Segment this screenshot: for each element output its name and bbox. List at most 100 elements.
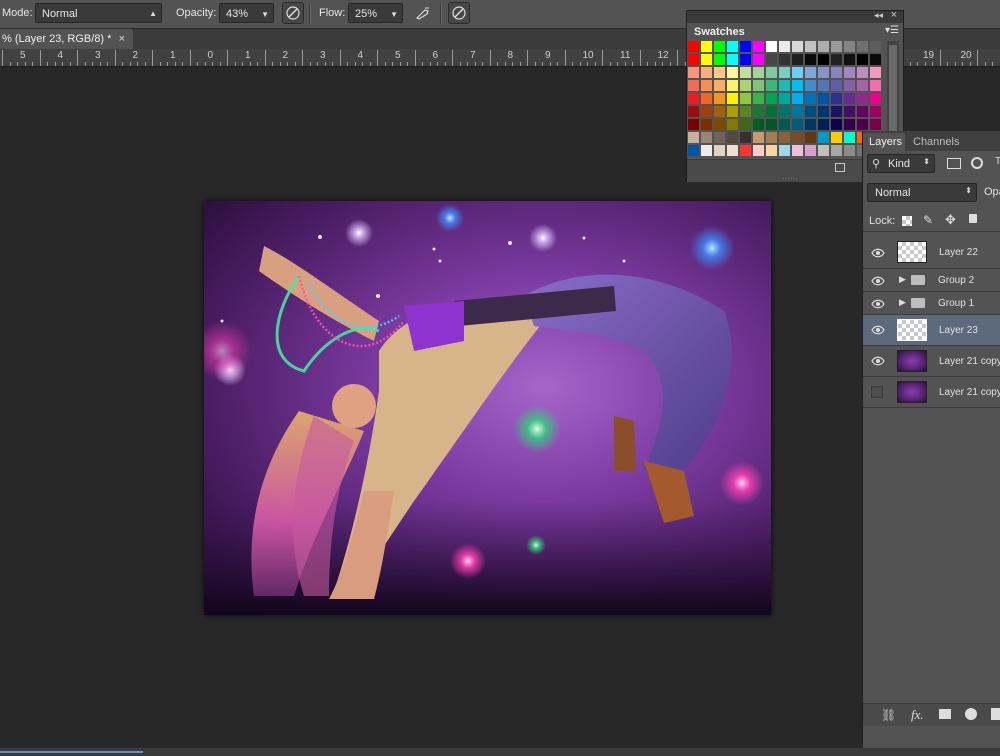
chevron-down-icon[interactable]: ▼ [261, 5, 269, 25]
swatch[interactable] [740, 80, 751, 91]
swatch[interactable] [779, 80, 790, 91]
swatch[interactable] [857, 80, 868, 91]
swatch[interactable] [779, 132, 790, 143]
lock-pixels-brush-icon[interactable]: ✎ [923, 213, 933, 227]
fx-icon[interactable]: fx. [911, 707, 924, 723]
swatch[interactable] [857, 41, 868, 52]
swatch[interactable] [870, 106, 881, 117]
swatch[interactable] [753, 119, 764, 130]
layer-row-layer-21-copy[interactable]: Layer 21 copy [863, 346, 1000, 377]
swatch[interactable] [844, 80, 855, 91]
swatch[interactable] [766, 145, 777, 156]
swatch[interactable] [805, 80, 816, 91]
swatch[interactable] [740, 54, 751, 65]
swatch[interactable] [701, 145, 712, 156]
swatch[interactable] [688, 54, 699, 65]
swatch[interactable] [714, 67, 725, 78]
swatches-titlebar[interactable]: ◂◂ × [687, 9, 903, 23]
swatch[interactable] [857, 119, 868, 130]
resize-grip-icon[interactable]: ⋯⋯ [782, 174, 798, 183]
swatch[interactable] [792, 80, 803, 91]
swatch[interactable] [766, 106, 777, 117]
swatch[interactable] [779, 106, 790, 117]
swatch[interactable] [714, 106, 725, 117]
swatch[interactable] [857, 54, 868, 65]
swatch[interactable] [740, 145, 751, 156]
swatch[interactable] [766, 132, 777, 143]
pressure-size-button[interactable] [448, 2, 470, 24]
swatch[interactable] [701, 41, 712, 52]
lock-position-move-icon[interactable]: ✥ [945, 212, 956, 228]
swatch[interactable] [844, 119, 855, 130]
add-mask-icon[interactable] [939, 709, 951, 719]
swatch[interactable] [831, 106, 842, 117]
swatch[interactable] [766, 80, 777, 91]
swatch[interactable] [805, 54, 816, 65]
swatch[interactable] [831, 54, 842, 65]
layer-row-layer-22[interactable]: Layer 22 [863, 237, 1000, 269]
type-filter-icon[interactable]: T [995, 156, 1000, 167]
swatch[interactable] [701, 54, 712, 65]
swatch[interactable] [779, 67, 790, 78]
filter-kind-select[interactable]: ⚲ Kind ⬍ [867, 154, 935, 173]
swatch[interactable] [818, 145, 829, 156]
artwork-image[interactable] [204, 201, 771, 615]
swatch[interactable] [714, 54, 725, 65]
eye-icon[interactable] [871, 274, 885, 288]
swatch[interactable] [779, 54, 790, 65]
tab-channels[interactable]: Channels [913, 133, 959, 151]
swatch[interactable] [870, 67, 881, 78]
pressure-opacity-button[interactable] [282, 2, 304, 24]
swatch[interactable] [870, 54, 881, 65]
swatch[interactable] [766, 67, 777, 78]
tab-layers[interactable]: Layers [863, 133, 905, 151]
layer-row-group-2[interactable]: ▶ Group 2 [863, 269, 1000, 292]
swatch[interactable] [727, 119, 738, 130]
eye-icon[interactable] [871, 323, 885, 337]
swatch[interactable] [740, 41, 751, 52]
swatch[interactable] [753, 80, 764, 91]
swatch[interactable] [688, 93, 699, 104]
swatch[interactable] [818, 93, 829, 104]
chevron-down-icon[interactable]: ▼ [390, 5, 398, 25]
flow-input[interactable]: 25% ▼ [348, 3, 403, 23]
expand-triangle-icon[interactable]: ▶ [899, 274, 906, 285]
swatch[interactable] [714, 41, 725, 52]
swatch[interactable] [714, 132, 725, 143]
swatch[interactable] [714, 93, 725, 104]
swatch[interactable] [688, 80, 699, 91]
lock-transparency-icon[interactable] [902, 216, 912, 226]
swatch[interactable] [766, 41, 777, 52]
opacity-input[interactable]: 43% ▼ [219, 3, 274, 23]
swatch[interactable] [688, 41, 699, 52]
swatch[interactable] [740, 106, 751, 117]
swatch[interactable] [753, 54, 764, 65]
swatch[interactable] [727, 145, 738, 156]
swatch[interactable] [870, 41, 881, 52]
swatch[interactable] [753, 145, 764, 156]
swatch[interactable] [727, 54, 738, 65]
swatch[interactable] [831, 119, 842, 130]
swatch[interactable] [844, 54, 855, 65]
swatch[interactable] [792, 119, 803, 130]
swatch[interactable] [805, 106, 816, 117]
adjustment-layer-icon[interactable] [965, 708, 977, 720]
swatch[interactable] [727, 67, 738, 78]
swatch[interactable] [753, 67, 764, 78]
swatch[interactable] [818, 41, 829, 52]
swatch[interactable] [818, 67, 829, 78]
swatch[interactable] [714, 80, 725, 91]
swatch[interactable] [714, 119, 725, 130]
swatch[interactable] [857, 67, 868, 78]
swatch[interactable] [701, 132, 712, 143]
close-icon[interactable]: × [119, 29, 125, 49]
swatch[interactable] [870, 80, 881, 91]
new-swatch-icon[interactable] [835, 163, 845, 172]
swatch[interactable] [844, 67, 855, 78]
swatch[interactable] [727, 132, 738, 143]
swatch[interactable] [766, 54, 777, 65]
panel-menu-icon[interactable]: ▾☰ [885, 25, 899, 36]
image-filter-icon[interactable] [947, 158, 961, 169]
swatch[interactable] [688, 132, 699, 143]
swatch[interactable] [792, 106, 803, 117]
